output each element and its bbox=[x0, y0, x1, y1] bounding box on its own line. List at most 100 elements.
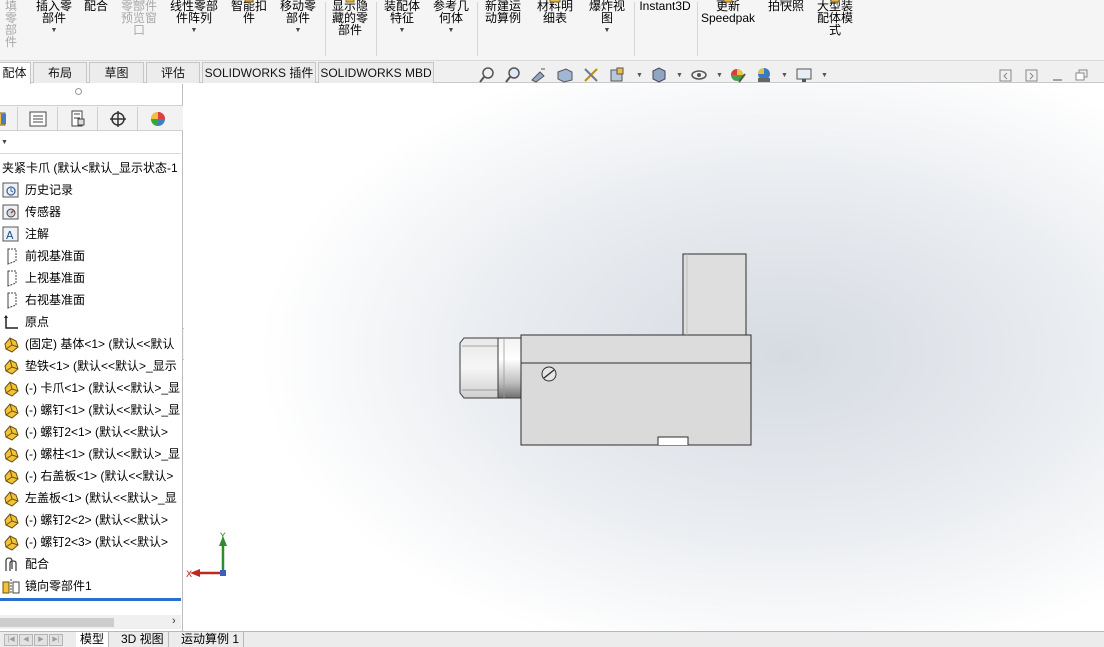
tree-item-mates[interactable]: 配合 bbox=[0, 553, 181, 575]
display-style-icon[interactable] bbox=[650, 66, 670, 84]
tree-horizontal-scrollbar[interactable]: › bbox=[0, 615, 181, 629]
tree-item-part-stud[interactable]: (-) 螺柱<1> (默认<<默认>_显 bbox=[0, 443, 181, 465]
tree-item-part-shim[interactable]: 垫铁<1> (默认<<默认>_显示 bbox=[0, 355, 181, 377]
tree-item-label: (-) 螺钉2<3> (默认<<默认> bbox=[25, 535, 169, 549]
restore-window-icon[interactable] bbox=[1075, 69, 1089, 83]
configuration-manager-tab-icon[interactable] bbox=[58, 107, 98, 130]
large-assembly-mode-button[interactable]: 大型装 配体模 式 bbox=[812, 0, 858, 36]
zoom-to-area-icon[interactable] bbox=[504, 66, 524, 84]
tree-item-right-plane[interactable]: 右视基准面 bbox=[0, 289, 181, 311]
component-preview-window-button[interactable]: 零部件 预览窗 口 bbox=[116, 0, 162, 36]
take-snapshot-button[interactable]: 拍快照 bbox=[764, 0, 808, 12]
exploded-view-button[interactable]: 爆炸视 图 ▼ bbox=[584, 0, 630, 35]
move-component-button[interactable]: 移动零 部件 ▼ bbox=[276, 0, 320, 35]
tree-item-history[interactable]: 历史记录 bbox=[0, 179, 181, 201]
dropdown-arrow-icon[interactable]: ▼ bbox=[166, 27, 222, 35]
tree-filter-bar[interactable]: ▼ bbox=[0, 132, 181, 154]
bom-icon bbox=[549, 0, 561, 3]
tree-item-origin[interactable]: 原点 bbox=[0, 311, 181, 333]
tree-item-part-jaw[interactable]: (-) 卡爪<1> (默认<<默认>_显 bbox=[0, 377, 181, 399]
dropdown-arrow-icon[interactable]: ▼ bbox=[380, 27, 424, 35]
tree-item-part-screw[interactable]: (-) 螺钉<1> (默认<<默认>_显 bbox=[0, 399, 181, 421]
last-tab-button[interactable]: ▶| bbox=[49, 634, 63, 646]
section-view-icon[interactable] bbox=[556, 66, 576, 84]
view-orientation-icon[interactable] bbox=[608, 66, 628, 84]
previous-view-icon[interactable] bbox=[530, 66, 550, 84]
tree-item-part-base[interactable]: (固定) 基体<1> (默认<<默认 bbox=[0, 333, 181, 355]
mate-button[interactable]: 配合 bbox=[80, 0, 112, 12]
panel-grip-icon[interactable] bbox=[75, 88, 82, 95]
first-tab-button[interactable]: |◀ bbox=[4, 634, 18, 646]
minimize-icon[interactable] bbox=[1051, 69, 1065, 83]
feature-manager-tab-icon[interactable] bbox=[0, 107, 18, 130]
dropdown-arrow-icon[interactable]: ▼ bbox=[276, 27, 320, 35]
dropdown-arrow-icon[interactable]: ▼ bbox=[428, 27, 474, 35]
tree-item-part-left-cover[interactable]: 左盖板<1> (默认<<默认>_显 bbox=[0, 487, 181, 509]
property-manager-tab-icon[interactable] bbox=[18, 107, 58, 130]
ribbon-fill-parts-button[interactable]: 填零 部件 bbox=[0, 0, 22, 48]
previous-tab-button[interactable]: ◀ bbox=[19, 634, 33, 646]
tab-assembly[interactable]: 配体 bbox=[0, 62, 31, 84]
dimxpert-manager-tab-icon[interactable] bbox=[98, 107, 138, 130]
view-settings-icon[interactable] bbox=[795, 66, 815, 84]
restore-right-icon[interactable] bbox=[1025, 69, 1039, 83]
tab-model[interactable]: 模型 bbox=[76, 632, 110, 647]
view-settings-dropdown-icon[interactable]: ▼ bbox=[821, 72, 828, 79]
reference-geometry-button[interactable]: 参考几 何体 ▼ bbox=[428, 0, 474, 35]
scrollbar-thumb[interactable] bbox=[0, 618, 114, 627]
tab-sketch[interactable]: 草图 bbox=[89, 62, 144, 83]
tree-item-label: 配合 bbox=[25, 557, 50, 571]
apply-scene-icon[interactable] bbox=[755, 66, 775, 84]
insert-components-button[interactable]: 插入零 部件 ▼ bbox=[32, 0, 76, 35]
clamping-jaw-model[interactable]: Y X bbox=[184, 84, 1104, 631]
next-tab-button[interactable]: ▶ bbox=[34, 634, 48, 646]
dynamic-annotation-icon[interactable] bbox=[582, 66, 602, 84]
display-style-dropdown-icon[interactable]: ▼ bbox=[676, 72, 683, 79]
graphics-area[interactable]: Y X bbox=[184, 84, 1104, 631]
tree-item-label: 垫铁<1> (默认<<默认>_显示 bbox=[25, 359, 177, 373]
triad-x-label: X bbox=[186, 570, 192, 580]
tree-item-part-screw2-1[interactable]: (-) 螺钉2<1> (默认<<默认> bbox=[0, 421, 181, 443]
assembly-features-button[interactable]: 装配体 特征 ▼ bbox=[380, 0, 424, 35]
tree-item-top-plane[interactable]: 上视基准面 bbox=[0, 267, 181, 289]
new-motion-study-button[interactable]: 新建运 动算例 bbox=[480, 0, 526, 24]
scroll-right-icon[interactable]: › bbox=[172, 615, 176, 627]
edit-appearance-icon[interactable] bbox=[729, 66, 749, 84]
tree-item-annotations[interactable]: A 注解 bbox=[0, 223, 181, 245]
tree-item-sensors[interactable]: 传感器 bbox=[0, 201, 181, 223]
tree-root-assembly[interactable]: 夹紧卡爪 (默认<默认_显示状态-1 bbox=[0, 157, 181, 179]
tab-solidworks-mbd[interactable]: SOLIDWORKS MBD bbox=[318, 62, 434, 83]
tab-evaluate[interactable]: 评估 bbox=[146, 62, 200, 83]
view-orientation-dropdown-icon[interactable]: ▼ bbox=[636, 72, 643, 79]
display-manager-tab-icon[interactable] bbox=[138, 107, 178, 130]
restore-left-icon[interactable] bbox=[999, 69, 1013, 83]
filter-dropdown-icon[interactable]: ▼ bbox=[1, 139, 8, 146]
instant3d-button[interactable]: Instant3D bbox=[637, 0, 693, 12]
zoom-to-fit-icon[interactable] bbox=[478, 66, 498, 84]
show-hidden-components-button[interactable]: 显示隐 藏的零 部件 bbox=[328, 0, 372, 36]
smart-fasteners-button[interactable]: 智能扣 件 bbox=[228, 0, 270, 24]
dropdown-arrow-icon[interactable]: ▼ bbox=[584, 27, 630, 35]
tab-3d-views[interactable]: 3D 视图 bbox=[117, 632, 169, 647]
part-icon bbox=[4, 425, 19, 441]
tree-item-part-right-cover[interactable]: (-) 右盖板<1> (默认<<默认> bbox=[0, 465, 181, 487]
hide-show-items-icon[interactable] bbox=[690, 66, 710, 84]
tree-item-label: 镜向零部件1 bbox=[25, 579, 92, 593]
tab-layout[interactable]: 布局 bbox=[33, 62, 87, 83]
bill-of-materials-button[interactable]: 材料明 细表 bbox=[532, 0, 578, 24]
tree-item-mirror-components[interactable]: 镜向零部件1 bbox=[0, 575, 181, 597]
tree-item-front-plane[interactable]: 前视基准面 bbox=[0, 245, 181, 267]
command-manager-ribbon: 填零 部件 插入零 部件 ▼ 配合 零部件 预览窗 口 线性零部 件阵列 ▼ 智… bbox=[0, 0, 1104, 61]
dropdown-arrow-icon[interactable]: ▼ bbox=[32, 27, 76, 35]
tree-item-part-screw2-2[interactable]: (-) 螺钉2<2> (默认<<默认> bbox=[0, 509, 181, 531]
tree-item-part-screw2-3[interactable]: (-) 螺钉2<3> (默认<<默认> bbox=[0, 531, 181, 553]
update-speedpak-button[interactable]: 更新 Speedpak bbox=[700, 0, 756, 24]
linear-component-pattern-button[interactable]: 线性零部 件阵列 ▼ bbox=[166, 0, 222, 35]
tab-motion-study-1[interactable]: 运动算例 1 bbox=[177, 632, 245, 647]
ribbon-separator bbox=[376, 2, 377, 56]
ribbon-label: 零部件 预览窗 口 bbox=[120, 0, 157, 37]
hide-show-dropdown-icon[interactable]: ▼ bbox=[716, 72, 723, 79]
tab-solidworks-addins[interactable]: SOLIDWORKS 插件 bbox=[202, 62, 316, 83]
apply-scene-dropdown-icon[interactable]: ▼ bbox=[781, 72, 788, 79]
tree-rollback-bar[interactable] bbox=[0, 598, 181, 601]
